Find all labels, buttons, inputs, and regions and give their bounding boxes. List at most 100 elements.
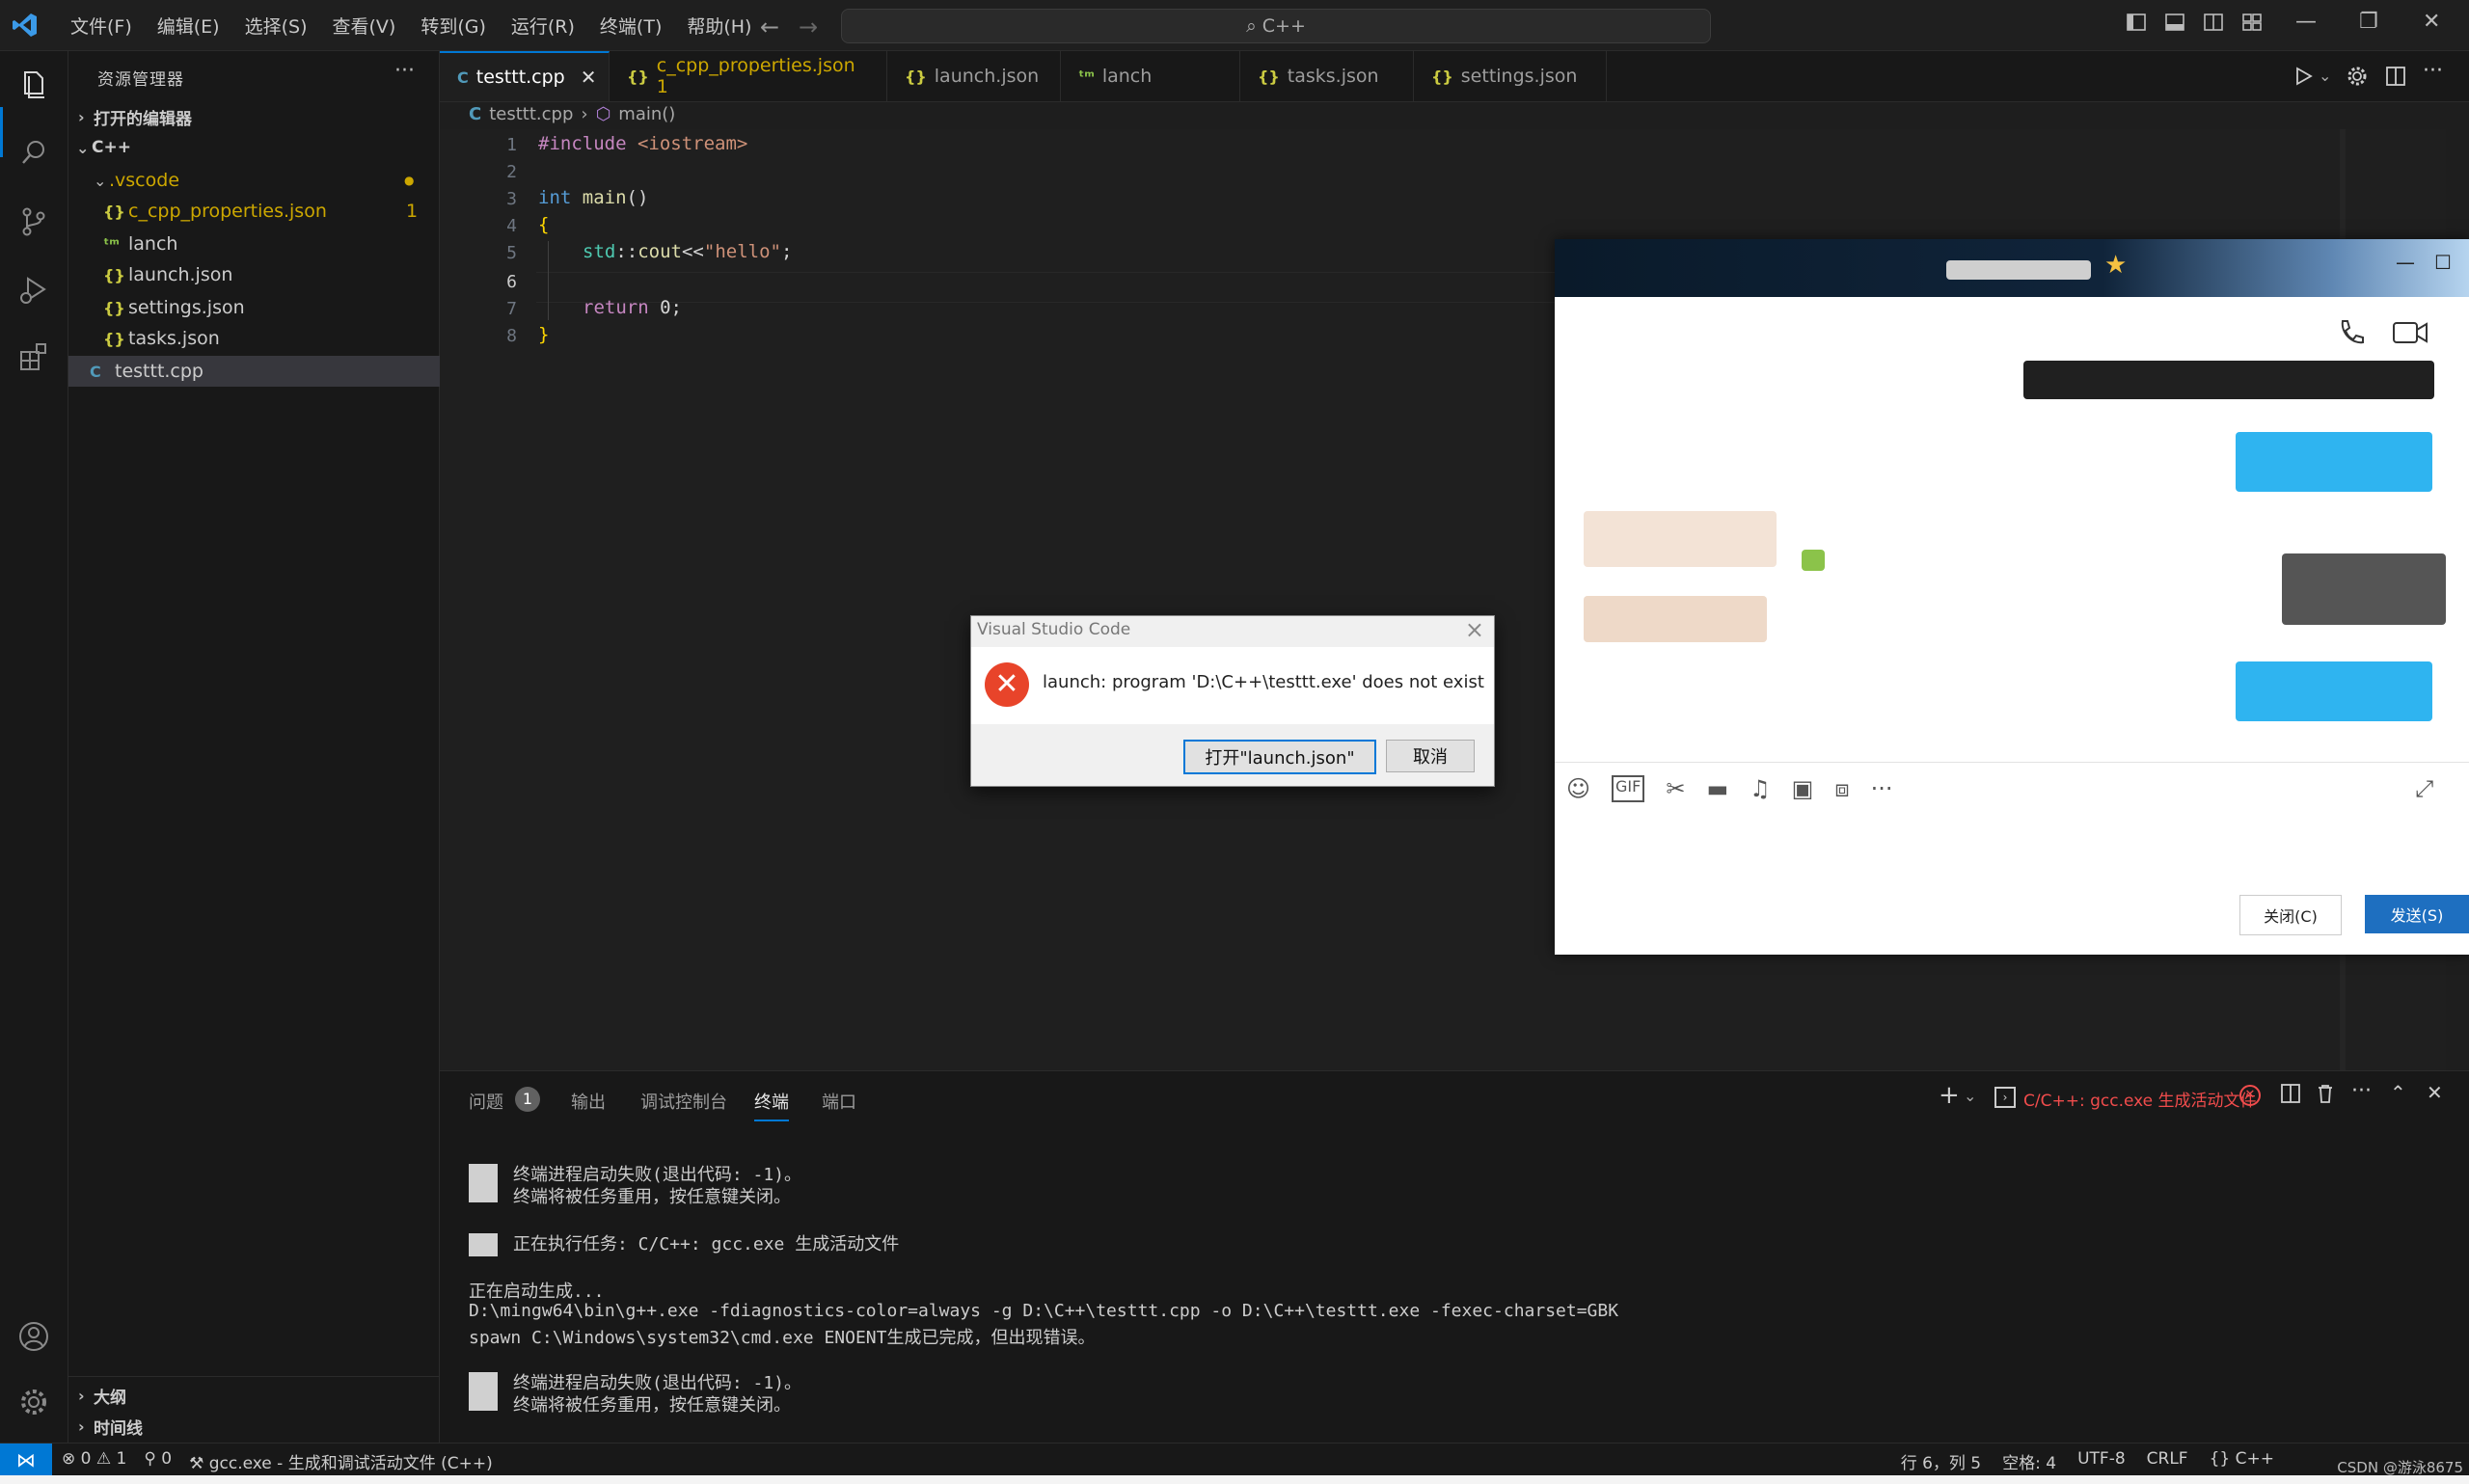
- menu-go[interactable]: 转到(G): [408, 13, 499, 39]
- forward-arrow-icon[interactable]: →: [799, 13, 818, 40]
- file-row-testtt-cpp[interactable]: C testtt.cpp: [68, 356, 460, 387]
- tab-launch-json[interactable]: {} launch.json: [887, 51, 1061, 101]
- run-play-icon[interactable]: [2292, 65, 2315, 88]
- close-tab-icon[interactable]: ✕: [581, 66, 597, 89]
- keyword-token: return: [583, 297, 649, 318]
- minimize-icon[interactable]: —: [2295, 10, 2317, 34]
- open-launch-json-button[interactable]: 打开"launch.json": [1183, 740, 1376, 774]
- tab-testtt-cpp[interactable]: C testtt.cpp ✕: [440, 51, 610, 101]
- send-button[interactable]: 发送(S): [2365, 895, 2469, 933]
- file-row-c-cpp-properties[interactable]: {} c_cpp_properties.json 1: [68, 196, 474, 227]
- maximize-icon[interactable]: ❐: [2359, 10, 2378, 34]
- file-row-lanch[interactable]: ᵗᵐ lanch: [68, 229, 474, 259]
- search-icon[interactable]: [15, 134, 52, 171]
- task-status[interactable]: ⚒ gcc.exe - 生成和调试活动文件 (C++): [189, 1449, 493, 1473]
- menu-selection[interactable]: 选择(S): [232, 13, 320, 39]
- accounts-icon[interactable]: [15, 1318, 52, 1355]
- emoji-icon[interactable]: ☺: [1566, 775, 1590, 802]
- remote-indicator-icon[interactable]: ⋈: [0, 1444, 52, 1476]
- menu-run[interactable]: 运行(R): [499, 13, 587, 39]
- screen-record-icon[interactable]: ⧈: [1834, 775, 1849, 802]
- tab-settings-json[interactable]: {} settings.json: [1414, 51, 1607, 101]
- root-folder-row[interactable]: ⌄ C++: [68, 132, 447, 163]
- breadcrumb-file[interactable]: testtt.cpp: [489, 104, 573, 124]
- chat-toolbar: ☺ GIF ✂ ▬ ♫ ▣ ⧈ ···: [1566, 775, 1893, 802]
- file-row-launch-json[interactable]: {} launch.json: [68, 259, 474, 290]
- tab-problems[interactable]: 问题: [469, 1089, 503, 1114]
- source-control-icon[interactable]: [15, 203, 52, 240]
- file-row-settings-json[interactable]: {} settings.json: [68, 292, 474, 323]
- gear-icon[interactable]: [15, 1384, 52, 1420]
- scissors-icon[interactable]: ✂: [1666, 775, 1685, 802]
- gif-icon[interactable]: GIF: [1612, 775, 1645, 802]
- language-mode[interactable]: {} C++: [2210, 1449, 2274, 1473]
- chevron-down-icon[interactable]: ⌄: [1964, 1087, 1976, 1105]
- breadcrumb-symbol[interactable]: main(): [618, 104, 675, 124]
- add-terminal-icon[interactable]: +: [1939, 1081, 1960, 1110]
- more-actions-icon[interactable]: ···: [2423, 59, 2443, 83]
- command-center-search[interactable]: ⌕ C++: [841, 9, 1711, 43]
- tab-ports[interactable]: 端口: [822, 1089, 856, 1114]
- nginx-file-icon: ᵗᵐ: [1078, 67, 1095, 86]
- active-task-label[interactable]: C/C++: gcc.exe 生成活动文件: [2023, 1087, 2257, 1111]
- maximize-panel-icon[interactable]: ⌃: [2390, 1081, 2406, 1104]
- more-actions-icon[interactable]: ···: [394, 59, 415, 83]
- indentation[interactable]: 空格: 4: [2002, 1449, 2056, 1473]
- cancel-button[interactable]: 取消: [1386, 740, 1475, 772]
- menu-view[interactable]: 查看(V): [320, 13, 409, 39]
- tab-c-cpp-properties[interactable]: {} c_cpp_properties.json 1: [610, 51, 887, 101]
- image-message-redacted[interactable]: [2282, 553, 2446, 625]
- problems-status[interactable]: ⊗ 0 ⚠ 1: [62, 1449, 126, 1473]
- toggle-primary-sidebar-icon[interactable]: [2126, 12, 2147, 33]
- ports-status[interactable]: ⚲ 0: [144, 1449, 172, 1473]
- tab-tasks-json[interactable]: {} tasks.json: [1240, 51, 1414, 101]
- minimize-icon[interactable]: —: [2396, 251, 2415, 274]
- folder-icon[interactable]: ▬: [1706, 775, 1728, 802]
- explorer-icon[interactable]: [15, 67, 52, 103]
- open-editors-section[interactable]: › 打开的编辑器: [68, 101, 448, 132]
- back-arrow-icon[interactable]: ←: [760, 13, 779, 40]
- close-panel-icon[interactable]: ✕: [2427, 1081, 2443, 1104]
- shared-screenshot-thumbnail[interactable]: [2023, 361, 2434, 399]
- voice-call-icon[interactable]: [2334, 316, 2367, 349]
- star-icon[interactable]: ★: [2104, 251, 2127, 280]
- image-icon[interactable]: ▣: [1792, 775, 1814, 802]
- menu-bar: 文件(F) 编辑(E) 选择(S) 查看(V) 转到(G) 运行(R) 终端(T…: [58, 0, 764, 50]
- menu-edit[interactable]: 编辑(E): [145, 13, 232, 39]
- file-label: settings.json: [128, 297, 245, 318]
- extensions-icon[interactable]: [15, 338, 52, 375]
- run-debug-icon[interactable]: [15, 271, 52, 308]
- split-editor-icon[interactable]: [2384, 65, 2407, 88]
- line-ending[interactable]: CRLF: [2147, 1449, 2188, 1473]
- tab-debug-console[interactable]: 调试控制台: [640, 1089, 727, 1114]
- gear-icon[interactable]: [2346, 65, 2369, 88]
- encoding[interactable]: UTF-8: [2077, 1449, 2126, 1473]
- more-actions-icon[interactable]: ···: [2351, 1079, 2372, 1103]
- tab-lanch[interactable]: ᵗᵐ lanch: [1061, 51, 1240, 101]
- video-call-icon[interactable]: [2392, 318, 2428, 347]
- menu-help[interactable]: 帮助(H): [674, 13, 764, 39]
- close-window-icon[interactable]: ✕: [2423, 10, 2440, 34]
- menu-terminal[interactable]: 终端(T): [587, 13, 674, 39]
- trash-icon[interactable]: [2315, 1083, 2336, 1104]
- tab-output[interactable]: 输出: [571, 1089, 606, 1114]
- cursor-position[interactable]: 行 6，列 5: [1901, 1449, 1981, 1473]
- close-chat-button[interactable]: 关闭(C): [2239, 895, 2342, 935]
- menu-file[interactable]: 文件(F): [58, 13, 145, 39]
- error-icon: ✕: [2239, 1085, 2261, 1106]
- toggle-secondary-sidebar-icon[interactable]: [2203, 12, 2224, 33]
- chevron-down-icon[interactable]: ⌄: [2319, 67, 2331, 85]
- tab-terminal[interactable]: 终端: [754, 1089, 789, 1121]
- vscode-folder-row[interactable]: ⌄ .vscode ●: [68, 165, 464, 196]
- file-row-tasks-json[interactable]: {} tasks.json: [68, 323, 474, 354]
- outline-section[interactable]: › 大纲: [68, 1380, 448, 1411]
- more-icon[interactable]: ···: [1871, 775, 1893, 802]
- expand-icon[interactable]: ⤢: [2415, 775, 2433, 802]
- close-icon[interactable]: ×: [1465, 616, 1484, 643]
- music-icon[interactable]: ♫: [1750, 775, 1771, 802]
- timeline-section[interactable]: › 时间线: [68, 1411, 448, 1442]
- maximize-icon[interactable]: ☐: [2434, 251, 2452, 274]
- split-terminal-icon[interactable]: [2280, 1083, 2301, 1104]
- toggle-panel-icon[interactable]: [2164, 12, 2185, 33]
- customize-layout-icon[interactable]: [2241, 12, 2263, 33]
